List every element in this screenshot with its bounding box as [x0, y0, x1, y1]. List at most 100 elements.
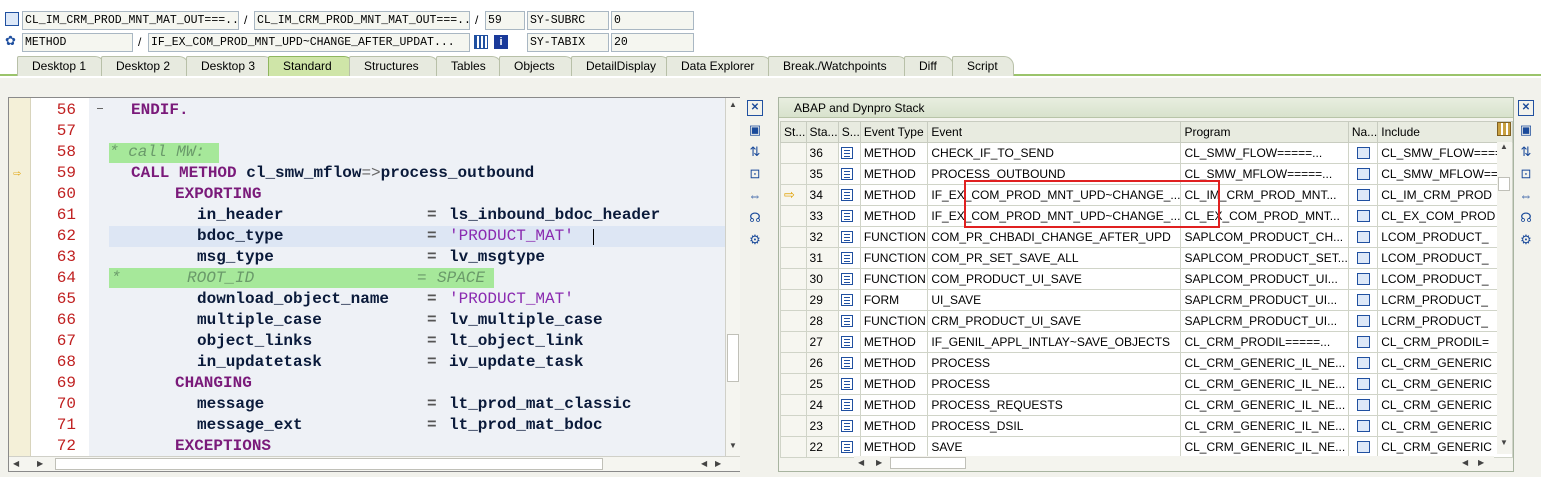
event-type-icon-cell[interactable]	[837, 289, 861, 311]
event-type-icon-cell[interactable]	[837, 163, 861, 185]
table-row[interactable]: 29 FORM UI_SAVE SAPLCRM_PRODUCT_UI... LCRM_P…	[780, 289, 1513, 311]
stack-level-cell[interactable]: 27	[805, 331, 839, 353]
navigate-cell[interactable]	[1347, 415, 1379, 437]
include-field[interactable]: CL_IM_CRM_PROD_MNT_MAT_OUT===...	[254, 11, 470, 30]
resize-icon[interactable]: ⇔	[1518, 188, 1534, 204]
scroll-right-icon[interactable]: ▶	[37, 459, 43, 468]
event-type-cell[interactable]: METHOD	[859, 331, 929, 353]
stack-level-cell[interactable]: 31	[805, 247, 839, 269]
scroll-down-icon[interactable]: ▼	[729, 441, 737, 450]
scroll-thumb[interactable]	[890, 457, 966, 469]
current-marker-cell[interactable]	[780, 436, 807, 458]
swap-tool-icon[interactable]: ⇅	[1518, 144, 1534, 160]
include-cell[interactable]: CL_SMW_MFLOW====	[1377, 163, 1513, 185]
method-field[interactable]: IF_EX_COM_PROD_MNT_UPD~CHANGE_AFTER_UPDA…	[148, 33, 470, 52]
event-cell[interactable]: COM_PRODUCT_UI_SAVE	[927, 268, 1182, 290]
headset-icon[interactable]: ☊	[1518, 210, 1534, 226]
navigate-cell[interactable]	[1347, 436, 1379, 458]
tab-desktop-3[interactable]: Desktop 3	[186, 56, 274, 76]
current-marker-cell[interactable]	[780, 415, 807, 437]
table-settings-icon[interactable]	[1497, 122, 1511, 136]
line-field[interactable]: 59	[485, 11, 525, 30]
current-marker-cell[interactable]	[780, 226, 807, 248]
scroll-down-icon[interactable]: ▼	[1500, 438, 1508, 447]
navigate-icon[interactable]	[1356, 315, 1370, 327]
stack-horizontal-scrollbar[interactable]: ◀ ▶ ◀ ▶	[854, 456, 1494, 471]
resize-icon[interactable]: ⇔	[747, 188, 763, 204]
navigate-cell[interactable]	[1347, 163, 1379, 185]
navigate-icon[interactable]	[1356, 252, 1370, 264]
navigate-cell[interactable]	[1347, 373, 1379, 395]
tab-detaildisplay[interactable]: DetailDisplay	[571, 56, 671, 76]
navigate-cell[interactable]	[1347, 142, 1379, 164]
source-editor[interactable]: 56 ENDIF. 57 58 * call MW: ⇨ 59 CALL MET…	[8, 97, 740, 472]
col-header[interactable]: Na...	[1347, 121, 1379, 143]
stack-level-cell[interactable]: 23	[805, 415, 839, 437]
stack-level-cell[interactable]: 26	[805, 352, 839, 374]
program-cell[interactable]: SAPLCRM_PRODUCT_UI...	[1180, 289, 1349, 311]
maximize-icon[interactable]: ⊡	[747, 166, 763, 182]
table-row[interactable]: 30 FUNCTION COM_PRODUCT_UI_SAVE SAPLCOM_PRO…	[780, 268, 1513, 290]
navigate-cell[interactable]	[1347, 331, 1379, 353]
stack-level-cell[interactable]: 34	[805, 184, 839, 206]
program-cell[interactable]: CL_SMW_FLOW=====...	[1180, 142, 1349, 164]
close-icon[interactable]: ✕	[747, 100, 763, 116]
event-type-icon-cell[interactable]	[837, 415, 861, 437]
navigate-cell[interactable]	[1347, 205, 1379, 227]
navigate-cell[interactable]	[1347, 394, 1379, 416]
col-header[interactable]: S...	[837, 121, 861, 143]
navigate-icon[interactable]	[1356, 441, 1370, 453]
scroll-thumb[interactable]	[55, 458, 603, 470]
event-type-icon-cell[interactable]	[837, 247, 861, 269]
stack-level-cell[interactable]: 35	[805, 163, 839, 185]
tab-data-explorer[interactable]: Data Explorer	[666, 56, 772, 76]
program-cell[interactable]: CL_CRM_GENERIC_IL_NE...	[1180, 415, 1349, 437]
close-icon[interactable]: ✕	[1518, 100, 1534, 116]
scroll-left-icon[interactable]: ◀	[701, 459, 707, 468]
event-cell[interactable]: PROCESS	[927, 352, 1182, 374]
table-row[interactable]: 32 FUNCTION COM_PR_CHBADI_CHANGE_AFTER_UPD…	[780, 226, 1513, 248]
stack-level-cell[interactable]: 25	[805, 373, 839, 395]
event-type-cell[interactable]: FUNCTION	[859, 226, 929, 248]
current-marker-cell[interactable]	[780, 373, 807, 395]
maximize-icon[interactable]: ⊡	[1518, 166, 1534, 182]
scroll-left-icon[interactable]: ◀	[1462, 458, 1468, 467]
event-cell[interactable]: PROCESS_REQUESTS	[927, 394, 1182, 416]
current-marker-cell[interactable]	[780, 331, 807, 353]
stack-level-cell[interactable]: 22	[805, 436, 839, 458]
event-type-icon-cell[interactable]	[837, 331, 861, 353]
current-marker-cell[interactable]	[780, 142, 807, 164]
tab-diff[interactable]: Diff	[904, 56, 954, 76]
services-icon[interactable]: ⚙	[747, 232, 763, 248]
current-marker-cell[interactable]	[780, 247, 807, 269]
stack-vertical-scrollbar[interactable]: ▲ ▼	[1497, 142, 1512, 454]
table-row[interactable]: 25 METHOD PROCESS CL_CRM_GENERIC_IL_NE... CL…	[780, 373, 1513, 395]
stack-level-cell[interactable]: 29	[805, 289, 839, 311]
new-tool-icon[interactable]: ▣	[1518, 122, 1534, 138]
program-cell[interactable]: CL_CRM_GENERIC_IL_NE...	[1180, 373, 1349, 395]
info-icon[interactable]: i	[494, 35, 508, 49]
include-cell[interactable]: CL_CRM_GENERIC	[1377, 352, 1513, 374]
col-header[interactable]: St...	[780, 121, 807, 143]
navigate-icon[interactable]	[1356, 210, 1370, 222]
scroll-right-icon[interactable]: ▶	[715, 459, 721, 468]
event-type-field[interactable]: METHOD	[22, 33, 133, 52]
event-type-cell[interactable]: METHOD	[859, 436, 929, 458]
stack-level-cell[interactable]: 32	[805, 226, 839, 248]
current-marker-cell[interactable]: ⇨	[780, 184, 807, 206]
event-type-icon-cell[interactable]	[837, 226, 861, 248]
event-type-cell[interactable]: FUNCTION	[859, 247, 929, 269]
program-cell[interactable]: CL_CRM_PRODIL=====...	[1180, 331, 1349, 353]
event-type-cell[interactable]: METHOD	[859, 163, 929, 185]
event-type-icon-cell[interactable]	[837, 394, 861, 416]
navigate-icon[interactable]	[1356, 294, 1370, 306]
headset-icon[interactable]: ☊	[747, 210, 763, 226]
tab-objects[interactable]: Objects	[499, 56, 575, 76]
sysvar-value-field[interactable]: 0	[611, 11, 694, 30]
event-type-icon-cell[interactable]	[837, 373, 861, 395]
include-cell[interactable]: LCRM_PRODUCT_	[1377, 289, 1513, 311]
event-type-cell[interactable]: METHOD	[859, 373, 929, 395]
event-type-icon-cell[interactable]	[837, 268, 861, 290]
program-cell[interactable]: SAPLCOM_PRODUCT_SET...	[1180, 247, 1349, 269]
swap-tool-icon[interactable]: ⇅	[747, 144, 763, 160]
